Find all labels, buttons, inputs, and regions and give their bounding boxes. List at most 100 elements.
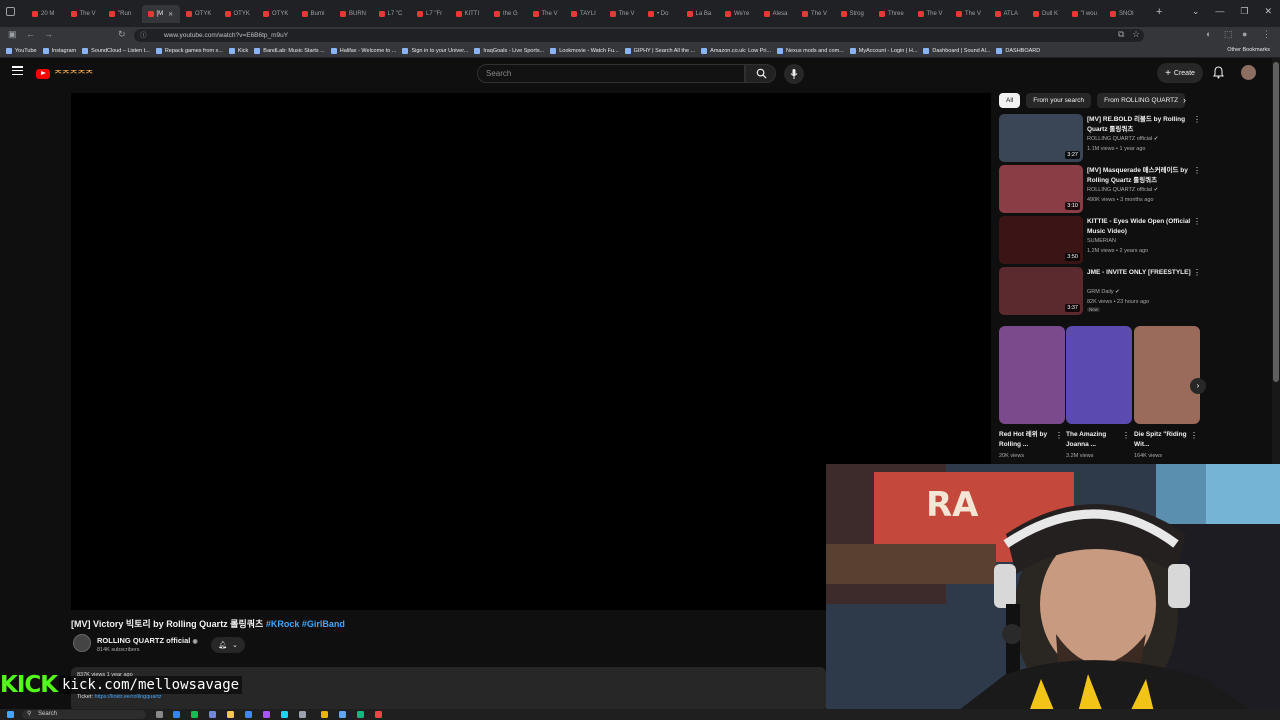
browser-tab[interactable]: Alesa [758, 5, 797, 23]
short-item[interactable]: Red Hot 레위 by Rolling ... 20K views ⋮ [999, 326, 1065, 459]
browser-tab[interactable]: The V [950, 5, 989, 23]
short-thumbnail[interactable] [1066, 326, 1132, 424]
browser-tab[interactable]: The V [796, 5, 835, 23]
notifications-bell-icon[interactable] [1213, 66, 1224, 79]
account-avatar[interactable] [1241, 65, 1256, 80]
chrome-app-icon[interactable] [245, 711, 252, 718]
bookmark-item[interactable]: Repack games from x... [155, 47, 223, 54]
short-thumbnail[interactable] [999, 326, 1065, 424]
channel-name[interactable]: ROLLING QUARTZ official ◉ [97, 636, 198, 645]
discord-app-icon[interactable] [209, 711, 216, 718]
browser-tab[interactable]: OTYK [219, 5, 258, 23]
bookmark-item[interactable]: SoundCloud – Listen t... [82, 47, 150, 54]
more-actions-icon[interactable]: ⋮ [1193, 115, 1201, 124]
browser-tab[interactable]: [M ✕ [141, 5, 180, 23]
bookmark-item[interactable]: Kick [228, 47, 248, 54]
spotify-app-icon[interactable] [191, 711, 198, 718]
video-thumbnail[interactable]: 3:37 [999, 267, 1083, 315]
create-button[interactable]: + Create [1157, 63, 1203, 83]
browser-tab[interactable]: L7 "C [373, 5, 412, 23]
browser-tab[interactable]: "Run [103, 5, 142, 23]
browser-tab[interactable]: The V [912, 5, 951, 23]
sidebar-toggle-icon[interactable]: ▣ [8, 29, 17, 40]
bookmark-item[interactable]: YouTube [6, 47, 37, 54]
bookmark-item[interactable]: DASHBOARD [996, 47, 1040, 54]
guide-menu-icon[interactable] [12, 66, 23, 75]
video-thumbnail[interactable]: 3:50 [999, 216, 1083, 264]
browser-tab[interactable]: TAYLI [565, 5, 604, 23]
recommended-video[interactable]: 3:37 JME - INVITE ONLY [FREESTYLE] GRM Dai… [999, 267, 1204, 317]
browser-tab[interactable]: We're [719, 5, 758, 23]
short-item[interactable]: The Amazing Joanna ... 3.2M views ⋮ [1066, 326, 1132, 459]
more-actions-icon[interactable]: ⋮ [1193, 166, 1201, 175]
browser-tab[interactable]: The V [527, 5, 566, 23]
more-actions-icon[interactable]: ⋮ [1055, 431, 1063, 440]
chevron-right-icon[interactable]: › [1183, 95, 1186, 105]
app-icon-3[interactable] [299, 711, 306, 718]
channel-avatar[interactable] [73, 634, 91, 652]
start-menu-icon[interactable] [7, 711, 14, 718]
more-actions-icon[interactable]: ⋮ [1193, 268, 1201, 277]
forward-icon[interactable]: → [44, 29, 53, 39]
cast-icon[interactable]: ⧉ [1118, 29, 1124, 40]
browser-tab[interactable]: OTYK [180, 5, 219, 23]
minimize-icon[interactable]: — [1215, 6, 1224, 17]
video-title-hashtags[interactable]: #KRock #GirlBand [266, 619, 345, 629]
new-tab-icon[interactable]: + [1156, 6, 1162, 18]
extension-icon[interactable]: ◐ [1206, 29, 1211, 39]
browser-tab[interactable]: ATLA [989, 5, 1028, 23]
browser-tab[interactable]: Dull K [1027, 5, 1066, 23]
bookmark-item[interactable]: IraqGoals - Live Sports... [474, 47, 544, 54]
browser-tab[interactable]: Burni [296, 5, 335, 23]
search-button[interactable] [745, 64, 776, 83]
subscribed-notifications-button[interactable]: 🔔︎ ⌄ [211, 637, 245, 653]
tab-search-icon[interactable]: ⌄ [1192, 6, 1200, 17]
voice-search-button[interactable] [784, 64, 804, 84]
browser-tab[interactable]: The V [604, 5, 643, 23]
browser-tab[interactable]: the G [488, 5, 527, 23]
video-thumbnail[interactable]: 3:27 [999, 114, 1083, 162]
more-actions-icon[interactable]: ⋮ [1190, 431, 1198, 440]
site-info-icon[interactable]: ⓘ [140, 29, 147, 42]
browser-tab[interactable]: BURN [334, 5, 373, 23]
browser-menu-icon[interactable]: ⋮ [1262, 29, 1271, 40]
browser-tab[interactable]: Three [873, 5, 912, 23]
bookmark-item[interactable]: Sign in to your Univer... [402, 47, 468, 54]
puzzle-icon[interactable]: ⬚ [1224, 29, 1233, 40]
back-icon[interactable]: ← [26, 29, 35, 39]
close-window-icon[interactable]: ✕ [1264, 6, 1272, 17]
taskbar-search[interactable]: ⚲ Search [22, 710, 146, 719]
more-actions-icon[interactable]: ⋮ [1122, 431, 1130, 440]
app-icon-7[interactable] [375, 711, 382, 718]
maximize-icon[interactable]: ❐ [1240, 6, 1248, 17]
app-icon-5[interactable] [339, 711, 346, 718]
bookmark-item[interactable]: MyAccount - Login | H... [849, 47, 917, 54]
close-tab-icon[interactable]: ✕ [168, 11, 173, 18]
search-input[interactable]: Search [477, 64, 745, 83]
other-bookmarks[interactable]: Other Bookmarks [1227, 47, 1270, 53]
file-explorer-icon[interactable] [227, 711, 234, 718]
browser-tab[interactable]: SNOI [1104, 5, 1143, 23]
browser-tab[interactable]: KITTI [450, 5, 489, 23]
more-actions-icon[interactable]: ⋮ [1193, 217, 1201, 226]
filter-chip[interactable]: From ROLLING QUARTZ [1097, 93, 1186, 108]
task-view-icon[interactable] [156, 711, 163, 718]
bookmark-item[interactable]: BandLab: Music Starts ... [254, 47, 325, 54]
profile-icon[interactable]: ● [1242, 29, 1247, 39]
edge-app-icon[interactable] [173, 711, 180, 718]
address-bar[interactable]: ⓘ www.youtube.com/watch?v=E6B6tp_m9uY [134, 29, 1144, 42]
short-thumbnail[interactable] [1134, 326, 1200, 424]
filter-chip[interactable]: From your search [1026, 93, 1092, 108]
bookmark-item[interactable]: Instagram [42, 47, 76, 54]
browser-tab[interactable]: OTYK [257, 5, 296, 23]
bookmark-star-icon[interactable]: ☆ [1132, 29, 1140, 40]
youtube-logo[interactable]: ᄌᄌᄌᄌᄌ [36, 67, 93, 80]
recommended-video[interactable]: 3:50 KITTIE - Eyes Wide Open (Official Mu… [999, 216, 1204, 266]
bookmark-item[interactable]: Lookmovie - Watch Fu... [550, 47, 619, 54]
bookmark-item[interactable]: Dashboard | Sound Al... [923, 47, 990, 54]
bookmark-item[interactable]: Halifax - Welcome to ... [330, 47, 396, 54]
short-item[interactable]: Die Spitz "Riding Wit... 164K views ⋮ [1134, 326, 1200, 459]
filter-chip[interactable]: All [999, 93, 1021, 108]
app-icon-6[interactable] [357, 711, 364, 718]
app-icon-2[interactable] [281, 711, 288, 718]
